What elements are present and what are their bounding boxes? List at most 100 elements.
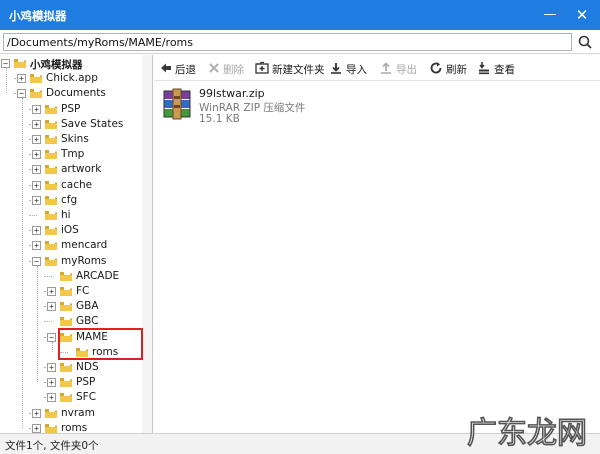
tree-scrollbar[interactable] xyxy=(142,55,152,433)
address-bar xyxy=(0,30,600,54)
expand-toggle[interactable]: + xyxy=(32,408,41,418)
tree-item-root[interactable]: − 小鸡模拟器 xyxy=(0,56,140,71)
collapse-toggle[interactable]: − xyxy=(17,89,26,99)
minimize-button[interactable]: — xyxy=(536,0,564,30)
collapse-toggle[interactable]: − xyxy=(47,332,56,342)
tree-item-artwork[interactable]: + artwork xyxy=(0,162,140,177)
folder-icon xyxy=(60,316,72,327)
expand-toggle[interactable]: + xyxy=(32,104,41,114)
folder-icon xyxy=(45,225,57,236)
tree-item-label: GBC xyxy=(76,315,99,328)
expand-toggle[interactable]: + xyxy=(32,165,41,175)
expand-toggle[interactable]: + xyxy=(47,393,56,403)
tree-item-label: NDS xyxy=(76,361,99,373)
tree-item-label: 小鸡模拟器 xyxy=(30,59,83,71)
tree-item-label: myRoms xyxy=(61,254,107,267)
tree-item-arcade[interactable]: ARCADE xyxy=(0,269,140,284)
export-icon xyxy=(381,62,391,74)
tree-item-label: hi xyxy=(61,209,71,221)
tree-item-label: ARCADE xyxy=(76,269,120,282)
file-list-pane: 后退 删除 新建文件夹 导入 导出 刷新 查看 99lstwar.zip Win… xyxy=(154,55,600,433)
file-name: 99lstwar.zip xyxy=(199,87,265,100)
expand-toggle[interactable]: + xyxy=(47,363,56,372)
tree-item-documents[interactable]: − Documents xyxy=(0,86,140,101)
tree-item-nds[interactable]: + NDS xyxy=(0,360,140,375)
collapse-toggle[interactable]: − xyxy=(32,256,41,266)
expand-toggle[interactable]: + xyxy=(32,241,41,251)
folder-icon xyxy=(45,210,57,220)
back-label: 后退 xyxy=(175,64,196,76)
delete-x-icon xyxy=(209,63,219,73)
tree-item-fc[interactable]: + FC xyxy=(0,284,140,299)
path-input[interactable] xyxy=(3,33,572,51)
delete-label: 删除 xyxy=(223,64,244,76)
tree-item-label: SFC xyxy=(76,391,97,404)
folder-icon xyxy=(45,422,57,433)
tree-item-ios[interactable]: + iOS xyxy=(0,223,140,238)
refresh-label: 刷新 xyxy=(446,64,467,76)
title-bar: 小鸡模拟器 — ✕ xyxy=(0,0,600,30)
watermark: 广东龙网 xyxy=(463,405,600,454)
folder-icon xyxy=(60,301,72,312)
tree-item-label: roms xyxy=(61,421,88,434)
search-icon xyxy=(578,35,592,49)
tree-item-label: artwork xyxy=(61,163,102,176)
folder-tree-pane: − 小鸡模拟器 + Chick.app − Documents + PSP + Save Stat… xyxy=(0,55,153,449)
folder-icon xyxy=(60,270,72,281)
new-folder-label: 新建文件夹 xyxy=(272,64,325,76)
tree-item-psp-rom[interactable]: + PSP xyxy=(0,375,140,390)
import-label: 导入 xyxy=(346,64,367,76)
folder-icon xyxy=(60,392,72,403)
tree-item-chick-app[interactable]: + Chick.app xyxy=(0,71,140,86)
collapse-toggle[interactable]: − xyxy=(1,59,10,68)
folder-icon xyxy=(45,118,57,129)
close-button[interactable]: ✕ xyxy=(568,0,596,30)
folder-icon xyxy=(45,134,57,144)
tree-item-save-states[interactable]: + Save States xyxy=(0,117,140,132)
toolbar: 后退 删除 新建文件夹 导入 导出 刷新 查看 xyxy=(154,55,600,81)
expand-toggle[interactable]: + xyxy=(47,287,56,296)
tree-item-label: Documents xyxy=(46,87,106,100)
tree-item-cfg[interactable]: + cfg xyxy=(0,193,140,208)
folder-icon xyxy=(45,407,57,418)
folder-icon xyxy=(60,286,72,296)
tree-guide-line xyxy=(6,68,7,94)
expand-toggle[interactable]: + xyxy=(32,195,41,205)
tree-item-label: nvram xyxy=(61,406,95,419)
expand-toggle[interactable]: + xyxy=(32,119,41,129)
tree-guide-line xyxy=(22,98,23,428)
expand-toggle[interactable]: + xyxy=(32,180,41,190)
tree-item-gba[interactable]: + GBA xyxy=(0,299,140,314)
tree-item-skins[interactable]: + Skins xyxy=(0,132,140,147)
tree-item-cache[interactable]: + cache xyxy=(0,178,140,193)
tree-item-label: iOS xyxy=(61,224,79,237)
back-arrow-icon xyxy=(161,63,171,73)
tree-guide-line xyxy=(52,341,53,352)
tree-item-sfc[interactable]: + SFC xyxy=(0,390,140,405)
window-title: 小鸡模拟器 xyxy=(9,9,67,23)
expand-toggle[interactable]: + xyxy=(32,150,41,160)
tree-item-psp[interactable]: + PSP xyxy=(0,102,140,117)
expand-toggle[interactable]: + xyxy=(32,423,41,433)
refresh-icon xyxy=(430,62,442,74)
expand-toggle[interactable]: + xyxy=(47,302,56,312)
file-item[interactable]: 99lstwar.zip WinRAR ZIP 压缩文件 15.1 KB xyxy=(160,87,360,131)
tree-item-label: PSP xyxy=(76,376,96,389)
view-label: 查看 xyxy=(494,64,515,76)
expand-toggle[interactable]: + xyxy=(32,226,41,236)
folder-icon xyxy=(14,58,26,68)
tree-item-nvram[interactable]: + nvram xyxy=(0,406,140,421)
highlight-annotation xyxy=(58,328,143,360)
search-button[interactable] xyxy=(574,33,596,51)
tree-item-tmp[interactable]: + Tmp xyxy=(0,147,140,162)
folder-icon xyxy=(45,164,57,175)
tree-item-myroms[interactable]: − myRoms xyxy=(0,254,140,269)
expand-toggle[interactable]: + xyxy=(47,378,56,388)
tree-item-hi[interactable]: hi xyxy=(0,208,140,223)
file-size: 15.1 KB xyxy=(199,113,240,125)
folder-icon xyxy=(45,194,57,205)
folder-icon xyxy=(60,362,72,372)
expand-toggle[interactable]: + xyxy=(32,135,41,144)
expand-toggle[interactable]: + xyxy=(17,74,26,84)
tree-item-mencard[interactable]: + mencard xyxy=(0,238,140,253)
